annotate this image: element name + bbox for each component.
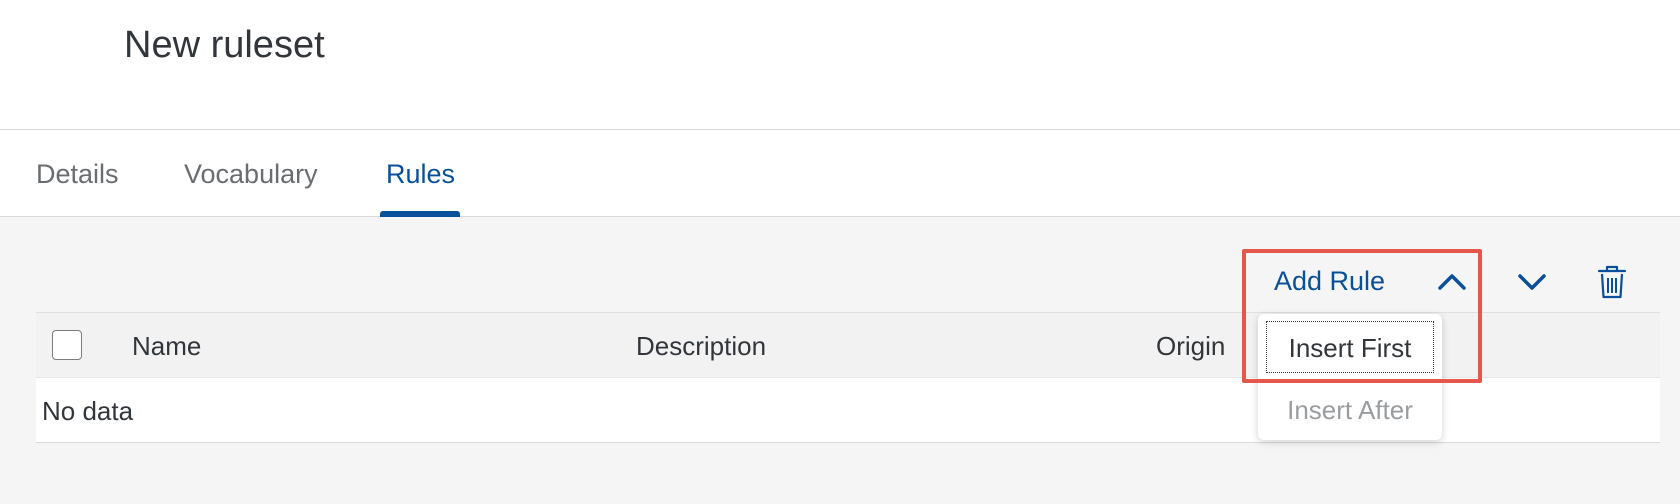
column-header-origin[interactable]: Origin <box>1156 331 1225 362</box>
page-title: New ruleset <box>124 24 325 66</box>
add-rule-button[interactable]: Add Rule <box>1274 266 1385 297</box>
no-data-text: No data <box>42 396 134 426</box>
menu-item-insert-first[interactable]: Insert First <box>1266 321 1434 373</box>
menu-item-insert-after: Insert After <box>1287 395 1413 425</box>
add-rule-dropdown-menu: Insert First Insert After <box>1258 314 1442 440</box>
column-header-name[interactable]: Name <box>132 331 201 362</box>
select-all-checkbox[interactable] <box>52 330 82 360</box>
tab-bar: Details Vocabulary Rules <box>0 131 1680 217</box>
chevron-down-icon[interactable] <box>1512 262 1552 302</box>
page-header: New ruleset <box>0 0 1680 130</box>
column-header-description[interactable]: Description <box>636 331 766 362</box>
trash-icon[interactable] <box>1592 262 1632 302</box>
tab-vocabulary[interactable]: Vocabulary <box>184 159 318 190</box>
tab-rules[interactable]: Rules <box>386 159 455 190</box>
chevron-up-icon[interactable] <box>1432 262 1472 302</box>
tab-details[interactable]: Details <box>36 159 119 190</box>
